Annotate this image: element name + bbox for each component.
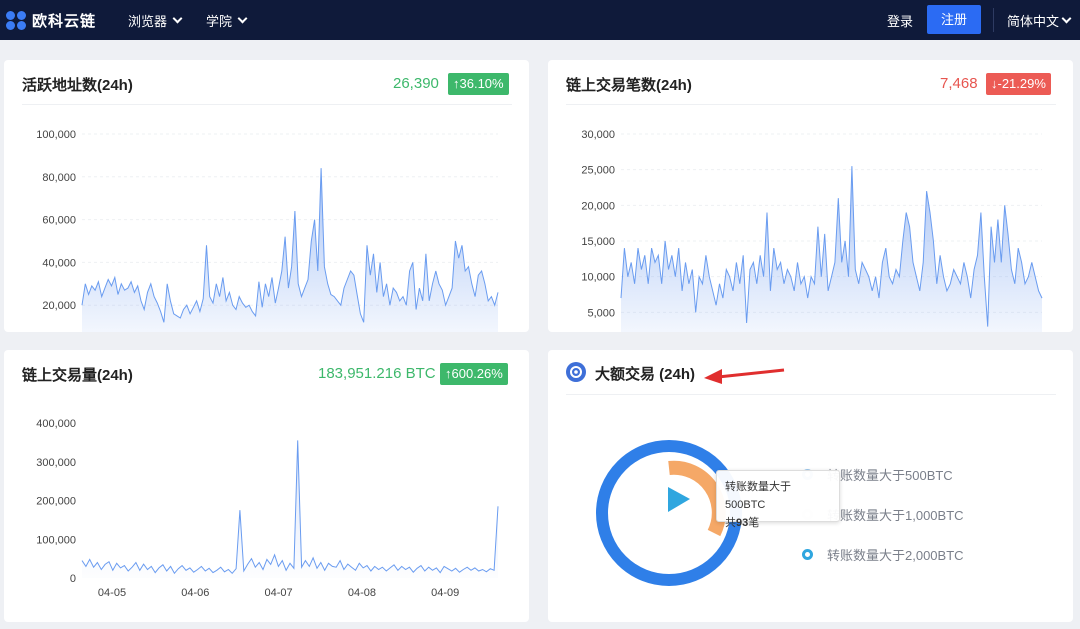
y-tick-label: 15,000 (581, 236, 615, 248)
tooltip-suffix: 笔 (748, 517, 760, 529)
y-tick-label: 60,000 (42, 215, 76, 227)
x-tick-label: 04-06 (181, 587, 209, 599)
y-tick-label: 25,000 (581, 165, 615, 177)
brand-logo[interactable]: 欧科云链 (6, 10, 96, 31)
y-tick-label: 20,000 (42, 300, 76, 312)
legend-dot (802, 549, 813, 560)
nav-academy[interactable]: 学院 (206, 11, 248, 30)
tooltip-count: 93 (736, 517, 749, 529)
tx-volume-card: 链上交易量(24h) 183,951.216 BTC ↑600.26% 400,… (4, 350, 529, 622)
card-title: 链上交易笔数(24h) (566, 77, 692, 94)
area-fill (82, 440, 498, 578)
nav-academy-label: 学院 (206, 14, 233, 29)
x-tick-label: 04-09 (431, 587, 459, 599)
tx-count-chart: 30,00025,00020,00015,00010,0005,000004-0… (581, 129, 1043, 332)
y-tick-label: 0 (70, 573, 76, 585)
annotation-arrow-icon (704, 368, 785, 384)
y-tick-label: 100,000 (36, 129, 76, 141)
y-tick-label: 200,000 (36, 496, 76, 508)
nav-browser-label: 浏览器 (128, 14, 168, 29)
card-value: 7,468 (940, 75, 978, 92)
chevron-down-icon (237, 13, 248, 23)
brand-name: 欧科云链 (32, 13, 97, 30)
language-label: 简体中文 (1007, 14, 1060, 29)
change-badge: ↑36.10% (448, 73, 509, 95)
x-tick-label: 04-08 (348, 587, 376, 599)
y-tick-label: 100,000 (36, 534, 76, 546)
language-selector[interactable]: 简体中文 (1007, 11, 1072, 30)
legend-label: 转账数量大于1,000BTC (827, 508, 964, 523)
y-tick-label: 20,000 (581, 200, 615, 212)
card-value: 26,390 (393, 75, 439, 92)
nav-browser[interactable]: 浏览器 (128, 11, 183, 30)
y-tick-label: 400,000 (36, 418, 76, 430)
card-divider (566, 104, 1056, 105)
legend-label: 转账数量大于2,000BTC (827, 548, 964, 563)
legend-item-2000[interactable]: 转账数量大于2,000BTC (802, 545, 964, 564)
card-title: 活跃地址数(24h) (22, 77, 133, 94)
tooltip-count-line: 共93笔 (725, 514, 831, 532)
header-divider (993, 8, 994, 32)
area-fill (621, 166, 1042, 332)
chevron-down-icon (1061, 13, 1072, 23)
x-tick-label: 04-05 (98, 587, 126, 599)
series-line (81, 440, 499, 575)
tx-count-card: 链上交易笔数(24h) 7,468 ↓-21.29% 30,000 25,000 2… (548, 60, 1073, 332)
y-tick-label: 80,000 (42, 172, 76, 184)
legend-label: 转账数量大于500BTC (827, 468, 953, 483)
tx-volume-chart: 400,000 300,000 200,000 100,000 0 04-05 04-06 0… (36, 418, 499, 599)
active-addresses-chart: 100,00080,00060,00040,00020,000004-0504-… (36, 129, 499, 332)
y-tick-label: 30,000 (581, 129, 615, 141)
tooltip-prefix: 共 (725, 517, 736, 529)
tooltip-title: 转账数量大于500BTC (725, 481, 791, 511)
y-tick-label: 300,000 (36, 457, 76, 469)
chart-tooltip: 转账数量大于500BTC 共93笔 (716, 470, 840, 529)
chevron-down-icon (172, 13, 183, 23)
card-divider (22, 104, 512, 105)
y-tick-label: 40,000 (42, 257, 76, 269)
card-title: 链上交易量(24h) (22, 367, 133, 384)
active-addresses-card: 活跃地址数(24h) 26,390 ↑36.10% 100,000 80,000 6… (4, 60, 529, 332)
y-tick-label: 10,000 (581, 272, 615, 284)
top-navigation-bar: 欧科云链 浏览器 学院 登录 注册 简体中文 (0, 0, 1080, 40)
x-tick-label: 04-07 (265, 587, 293, 599)
card-title: 大额交易 (24h) (595, 366, 696, 383)
login-link[interactable]: 登录 (887, 11, 913, 30)
change-badge: ↓-21.29% (986, 73, 1051, 95)
large-tx-icon (566, 362, 586, 382)
change-badge: ↑600.26% (440, 363, 508, 385)
register-button[interactable]: 注册 (927, 5, 981, 34)
card-value: 183,951.216 BTC (318, 365, 436, 382)
donut-pointer (668, 487, 690, 512)
y-tick-label: 5,000 (587, 307, 615, 319)
card-divider (566, 394, 1056, 395)
logo-icon (6, 10, 28, 31)
